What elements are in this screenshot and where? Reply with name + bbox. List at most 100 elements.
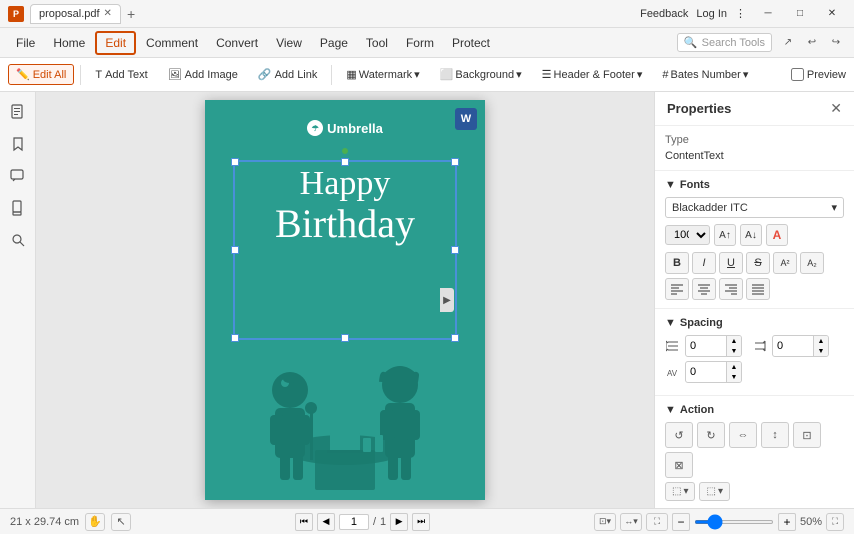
fit-width-btn[interactable]: ↔▾: [620, 513, 642, 531]
handle-midright[interactable]: [451, 246, 459, 254]
char-spacing-up-btn[interactable]: ▲: [727, 362, 741, 372]
search-tools[interactable]: 🔍 Search Tools: [677, 33, 772, 52]
menu-view[interactable]: View: [268, 33, 310, 53]
handle-midleft[interactable]: [231, 246, 239, 254]
panel-close-btn[interactable]: ✕: [830, 100, 842, 117]
para-spacing-up-btn[interactable]: ▲: [814, 336, 828, 346]
zoom-in-btn[interactable]: +: [778, 513, 796, 531]
underline-btn[interactable]: U: [719, 252, 743, 274]
subscript-btn[interactable]: A₂: [800, 252, 824, 274]
menu-form[interactable]: Form: [398, 33, 442, 53]
maximize-btn[interactable]: □: [786, 4, 814, 24]
watermark-chevron: ▾: [414, 68, 420, 81]
menu-home[interactable]: Home: [45, 33, 93, 53]
line-spacing-input[interactable]: [686, 338, 726, 354]
minimize-btn[interactable]: ─: [754, 4, 782, 24]
mask-btn[interactable]: ⊠: [665, 452, 693, 478]
bold-btn[interactable]: B: [665, 252, 689, 274]
more-icon[interactable]: ⋮: [735, 7, 746, 20]
menu-edit[interactable]: Edit: [95, 31, 136, 55]
menu-convert[interactable]: Convert: [208, 33, 266, 53]
superscript-btn[interactable]: A²: [773, 252, 797, 274]
sidebar-icon-bookmarks[interactable]: [6, 132, 30, 156]
crop-btn[interactable]: ⊡: [793, 422, 821, 448]
font-size-increase-btn[interactable]: A↑: [714, 224, 736, 246]
font-color-btn[interactable]: A: [766, 224, 788, 246]
birthday-text-block[interactable]: Happy Birthday: [237, 165, 453, 246]
type-value: ContentText: [665, 150, 844, 162]
header-footer-btn[interactable]: ☰ Header & Footer ▾: [534, 64, 651, 85]
action-section: ▼ Action ↺ ↻ ⇔ ↕ ⊡ ⊠ ⬚ ▾ ⬚ ▾: [655, 396, 854, 508]
hand-tool-btn[interactable]: ✋: [85, 513, 105, 531]
close-btn[interactable]: ✕: [818, 4, 846, 24]
redo-icon[interactable]: ↪: [826, 33, 846, 53]
watermark-btn[interactable]: ▦ Watermark ▾: [338, 64, 427, 85]
sidebar-icon-pages[interactable]: [6, 100, 30, 124]
tab-proposal[interactable]: proposal.pdf ✕: [30, 4, 121, 24]
ms-word-icon[interactable]: W: [455, 108, 477, 130]
font-size-select[interactable]: 100: [665, 225, 710, 245]
page-number-input[interactable]: [339, 514, 369, 530]
prev-page-btn[interactable]: ◀: [317, 513, 335, 531]
align-center-btn[interactable]: [692, 278, 716, 300]
char-spacing-input-wrap: ▲ ▼: [685, 361, 742, 383]
fonts-section-header[interactable]: ▼ Fonts: [665, 179, 844, 191]
sidebar-icon-search[interactable]: [6, 228, 30, 252]
action-section-header[interactable]: ▼ Action: [665, 404, 844, 416]
align-justify-btn[interactable]: [746, 278, 770, 300]
flip-v-btn[interactable]: ↕: [761, 422, 789, 448]
sidebar-icon-attachments[interactable]: [6, 196, 30, 220]
italic-btn[interactable]: I: [692, 252, 716, 274]
zoom-slider[interactable]: [694, 520, 774, 524]
rotate-right-btn[interactable]: ↻: [697, 422, 725, 448]
fullscreen-btn[interactable]: ⛶: [826, 513, 844, 531]
select-zoom-btn[interactable]: ⛶: [646, 513, 668, 531]
bates-number-btn[interactable]: # Bates Number ▾: [654, 64, 756, 85]
page-total: 1: [380, 516, 386, 528]
login-btn[interactable]: Log In: [696, 8, 727, 20]
font-size-decrease-btn[interactable]: A↓: [740, 224, 762, 246]
feedback-btn[interactable]: Feedback: [640, 8, 688, 20]
strikethrough-btn[interactable]: S: [746, 252, 770, 274]
align-row: [665, 278, 844, 300]
last-page-btn[interactable]: ⏭: [412, 513, 430, 531]
menu-comment[interactable]: Comment: [138, 33, 206, 53]
char-spacing-input[interactable]: [686, 364, 726, 380]
edit-all-btn[interactable]: ✏️ Edit All: [8, 64, 74, 85]
zoom-out-btn[interactable]: −: [672, 513, 690, 531]
char-spacing-down-btn[interactable]: ▼: [727, 372, 741, 382]
font-family-dropdown[interactable]: Blackadder ITC ▾: [665, 197, 844, 218]
preview-checkbox[interactable]: [791, 68, 804, 81]
para-spacing-down-btn[interactable]: ▼: [814, 346, 828, 356]
menu-tool[interactable]: Tool: [358, 33, 396, 53]
undo-icon[interactable]: ↩: [802, 33, 822, 53]
line-spacing-up-btn[interactable]: ▲: [727, 336, 741, 346]
next-page-btn[interactable]: ▶: [390, 513, 408, 531]
new-tab-btn[interactable]: +: [127, 6, 135, 22]
tab-close-btn[interactable]: ✕: [104, 8, 112, 19]
align-left-btn[interactable]: [665, 278, 689, 300]
external-link-icon[interactable]: ↗: [778, 33, 798, 53]
rotate-left-btn[interactable]: ↺: [665, 422, 693, 448]
menu-page[interactable]: Page: [312, 33, 356, 53]
select-tool-btn[interactable]: ↖: [111, 513, 131, 531]
para-spacing-input[interactable]: [773, 338, 813, 354]
happy-text: Happy: [237, 165, 453, 202]
add-text-btn[interactable]: T Add Text: [87, 65, 155, 85]
page-separator: /: [373, 516, 376, 528]
line-spacing-down-btn[interactable]: ▼: [727, 346, 741, 356]
add-link-btn[interactable]: 🔗 Add Link: [250, 64, 326, 85]
spacing-section-header[interactable]: ▼ Spacing: [665, 317, 844, 329]
align-right-btn[interactable]: [719, 278, 743, 300]
background-btn[interactable]: ⬜ Background ▾: [432, 64, 530, 85]
flip-h-btn[interactable]: ⇔: [729, 422, 757, 448]
right-panel-toggle[interactable]: ▶: [440, 288, 454, 312]
first-page-btn[interactable]: ⏮: [295, 513, 313, 531]
menu-file[interactable]: File: [8, 33, 43, 53]
add-image-btn[interactable]: 🖼 Add Image: [160, 64, 246, 85]
menu-protect[interactable]: Protect: [444, 33, 498, 53]
arrange-btn[interactable]: ⬚ ▾: [665, 482, 695, 501]
sidebar-icon-comments[interactable]: [6, 164, 30, 188]
more-btn[interactable]: ⬚ ▾: [699, 482, 729, 501]
fit-page-btn[interactable]: ⊡▾: [594, 513, 616, 531]
